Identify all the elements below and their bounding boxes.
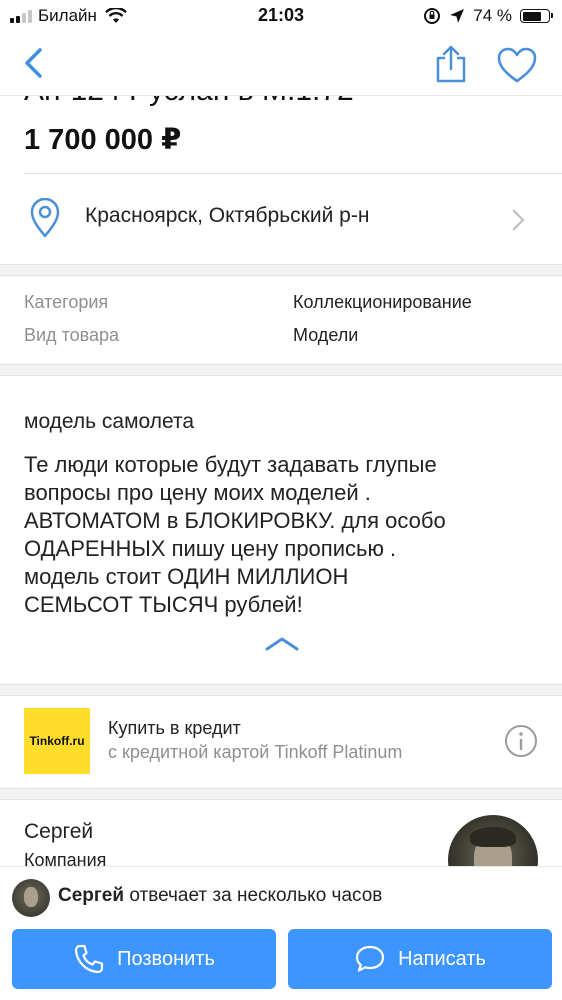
section-gap: [0, 788, 562, 800]
call-button[interactable]: Позвонить: [12, 929, 276, 989]
credit-subtitle: с кредитной картой Tinkoff Platinum: [108, 742, 403, 762]
nav-bar: [0, 34, 562, 96]
battery-percent: 74 %: [473, 6, 512, 25]
param-key: Категория: [24, 292, 109, 312]
location-pin-icon: [30, 198, 60, 238]
section-gap: [0, 364, 562, 376]
seller-name[interactable]: Сергей: [24, 820, 93, 844]
status-bar: Билайн 21:03 74 %: [0, 0, 562, 34]
phone-icon: [75, 944, 104, 974]
response-text: отвечает за несколько часов: [124, 885, 383, 906]
call-button-label: Позвонить: [117, 947, 215, 970]
param-key: Вид товара: [24, 325, 120, 345]
description-line: АВТОМАТОМ в БЛОКИРОВКУ. для особо: [24, 508, 446, 533]
chevron-right-icon: [512, 209, 525, 231]
collapse-chevron-icon[interactable]: [264, 636, 300, 652]
section-gap: [0, 684, 562, 696]
battery-icon: [520, 9, 553, 23]
write-button[interactable]: Написать: [288, 929, 552, 989]
description-line: Те люди которые будут задавать глупые: [24, 452, 437, 477]
tinkoff-logo: Tinkoff.ru: [24, 708, 90, 774]
share-icon[interactable]: [432, 44, 470, 84]
location-text: Красноярск, Октябрьский р-н: [85, 204, 370, 227]
back-chevron-icon[interactable]: [18, 46, 52, 80]
section-gap: [0, 264, 562, 276]
description-line: ОДАРЕННЫХ пишу цену прописью .: [24, 536, 397, 561]
credit-banner[interactable]: Tinkoff.ru Купить в кредит с кредитной к…: [0, 696, 562, 788]
description-title: модель самолета: [24, 410, 195, 433]
listing-price: 1 700 000 ₽: [24, 124, 182, 156]
response-time: Сергей отвечает за несколько часов: [58, 885, 382, 907]
divider: [24, 173, 562, 174]
chat-bubble-icon: [355, 945, 385, 972]
write-button-label: Написать: [398, 947, 486, 970]
info-icon[interactable]: [504, 724, 538, 758]
contact-panel: Сергей отвечает за несколько часов Позво…: [0, 866, 562, 1000]
description-text: Те люди которые будут задавать глупые во…: [24, 451, 544, 619]
location-row[interactable]: Красноярск, Октябрьский р-н: [0, 176, 562, 264]
avatar: [12, 879, 50, 917]
param-value: Модели: [293, 325, 359, 345]
heart-icon[interactable]: [496, 46, 538, 84]
description-line: модель стоит ОДИН МИЛЛИОН: [24, 564, 349, 589]
description-line: СЕМЬСОТ ТЫСЯЧ рублей!: [24, 592, 303, 617]
credit-title: Купить в кредит: [108, 718, 241, 738]
description-line: вопросы про цену моих моделей .: [24, 480, 371, 505]
response-seller-name: Сергей: [58, 885, 125, 906]
location-arrow-icon: [450, 9, 465, 23]
orientation-lock-icon: [424, 8, 441, 24]
status-right: 74 %: [423, 6, 553, 26]
param-value: Коллекционирование: [293, 292, 472, 312]
